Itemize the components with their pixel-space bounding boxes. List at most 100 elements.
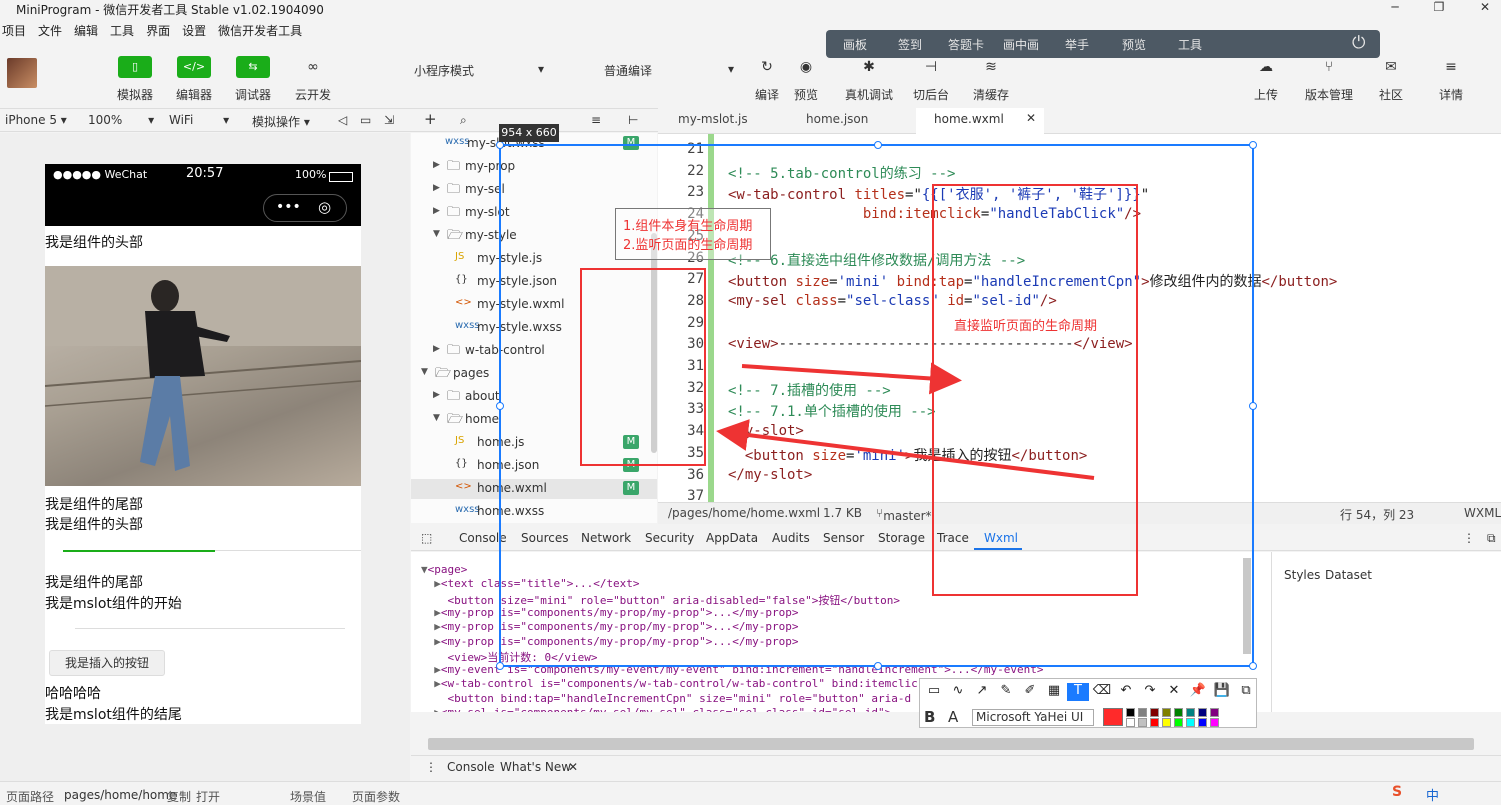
color-swatch[interactable]	[1138, 718, 1147, 727]
dock-icon[interactable]: ⧉	[1487, 531, 1496, 546]
devtab-network[interactable]: Network	[581, 531, 631, 545]
node-toggle-icon[interactable]: ▶	[421, 606, 441, 619]
outline-toggle[interactable]: A	[948, 708, 958, 726]
devtab-storage[interactable]: Storage	[878, 531, 925, 545]
pin-icon[interactable]: 📌	[1187, 683, 1209, 701]
open-path-link[interactable]: 打开	[196, 788, 220, 805]
wxml-node[interactable]: ▼<page>	[421, 563, 467, 576]
float-item-tools[interactable]: 工具	[1178, 36, 1202, 53]
chevron-right-icon[interactable]: ▶	[433, 206, 440, 216]
chevron-down-icon[interactable]: ▼	[433, 413, 440, 423]
wxml-node[interactable]: ▶<my-event is="components/my-event/my-ev…	[421, 663, 1043, 676]
chevron-right-icon[interactable]: ▶	[433, 344, 440, 354]
code-line[interactable]: <my-sel class="sel-class" id="sel-id"/>	[728, 293, 1057, 309]
float-item-preview[interactable]: 预览	[1122, 36, 1146, 53]
code-line[interactable]: <button size='mini'>我是插入的按钮</button>	[728, 445, 1087, 465]
code-line[interactable]: <w-tab-control titles="{{['衣服', '裤子', '鞋…	[728, 184, 1149, 204]
code-line[interactable]: <!-- 6.直接选中组件修改数据/调用方法 -->	[728, 250, 1025, 270]
devtab-wxml[interactable]: Wxml	[984, 531, 1018, 545]
color-swatch[interactable]	[1126, 718, 1135, 727]
git-branch[interactable]: ⑂ master*	[876, 506, 932, 523]
simulator-toggle-button[interactable]: ▯ 模拟器	[110, 56, 160, 103]
float-item-whiteboard[interactable]: 画板	[843, 36, 867, 53]
file-row[interactable]: <> home.wxml M	[411, 479, 657, 499]
version-button[interactable]: ⑂ 版本管理	[1303, 56, 1355, 103]
editor-toggle-button[interactable]: </> 编辑器	[169, 56, 219, 103]
drawer-tab-console[interactable]: Console	[447, 760, 495, 774]
copy-path-link[interactable]: 复制	[167, 788, 191, 805]
split-icon[interactable]: ⊢	[628, 113, 638, 127]
devtab-appdata[interactable]: AppData	[706, 531, 758, 545]
close-drawer-icon[interactable]: ✕	[568, 760, 578, 774]
file-row[interactable]: JS home.js M	[411, 433, 657, 453]
menu-project[interactable]: 项目	[2, 22, 26, 39]
devtab-console[interactable]: Console	[459, 531, 507, 545]
bold-toggle[interactable]: B	[924, 708, 935, 726]
add-icon[interactable]: +	[424, 110, 437, 128]
devtab-trace[interactable]: Trace	[937, 531, 969, 545]
node-toggle-icon[interactable]: ▶	[421, 635, 441, 648]
color-swatch[interactable]	[1174, 708, 1183, 717]
color-swatch[interactable]	[1198, 718, 1207, 727]
pen-icon[interactable]: ✎	[995, 683, 1017, 701]
color-swatch[interactable]	[1126, 708, 1135, 717]
search-icon[interactable]: ⌕	[460, 113, 467, 128]
current-color-swatch[interactable]	[1103, 708, 1123, 726]
file-row[interactable]: {} my-style.json	[411, 272, 657, 292]
folder-row[interactable]: ▼ 🗁 home	[411, 410, 657, 430]
inserted-button[interactable]: 我是插入的按钮	[49, 650, 165, 676]
wxml-node[interactable]: ▶<text class="title">...</text>	[421, 577, 639, 590]
folder-row[interactable]: ▶ 🗀 w-tab-control	[411, 341, 657, 361]
file-row[interactable]: wxss my-style.wxss	[411, 318, 657, 338]
marker-icon[interactable]: ✐	[1019, 683, 1041, 701]
color-swatch[interactable]	[1174, 718, 1183, 727]
node-toggle-icon[interactable]: ▶	[421, 577, 441, 590]
menu-settings[interactable]: 设置	[182, 22, 206, 39]
wxml-scrollbar[interactable]	[1243, 558, 1251, 654]
network-select[interactable]: WiFi ▾	[169, 113, 229, 127]
preview-button[interactable]: ◉ 预览	[781, 56, 831, 103]
eraser-icon[interactable]: ⌫	[1091, 683, 1113, 701]
note-textbox[interactable]: 1.组件本身有生命周期 2.监听页面的生命周期	[615, 208, 771, 260]
minimize-button[interactable]: ─	[1380, 0, 1410, 18]
background-button[interactable]: ⊣ 切后台	[906, 56, 956, 103]
color-swatch[interactable]	[1210, 718, 1219, 727]
debugger-toggle-button[interactable]: ⇆ 调试器	[228, 56, 278, 103]
color-swatch[interactable]	[1186, 718, 1195, 727]
menu-edit[interactable]: 编辑	[74, 22, 98, 39]
tab-home-json[interactable]: home.json	[806, 112, 868, 126]
wxml-node[interactable]: ▶<w-tab-control is="components/w-tab-con…	[421, 677, 924, 690]
wxml-node[interactable]: ▶<my-sel is="components/my-sel/my-sel" c…	[421, 706, 891, 712]
menu-devtools[interactable]: 微信开发者工具	[218, 22, 302, 39]
devtab-security[interactable]: Security	[645, 531, 694, 545]
copy-icon[interactable]: ⧉	[1235, 683, 1257, 701]
detach-icon[interactable]: ⇲	[384, 113, 394, 127]
wxml-node[interactable]: ▶<my-prop is="components/my-prop/my-prop…	[421, 620, 798, 633]
ime-logo-icon[interactable]: S	[1392, 784, 1402, 800]
undo-icon[interactable]: ↶	[1115, 683, 1137, 701]
horizontal-scrollbar[interactable]	[428, 738, 1474, 750]
mode-select[interactable]: 小程序模式 ▾	[414, 62, 550, 79]
code-line[interactable]: <my-slot>	[728, 423, 804, 439]
devtab-sources[interactable]: Sources	[521, 531, 568, 545]
float-item-pip[interactable]: 画中画	[1003, 36, 1039, 53]
wxml-node[interactable]: ▶<my-prop is="components/my-prop/my-prop…	[421, 635, 798, 648]
node-toggle-icon[interactable]: ▶	[421, 620, 441, 633]
close-window-button[interactable]: ✕	[1470, 0, 1500, 18]
tab-my-mslot-js[interactable]: my-mslot.js	[678, 112, 748, 126]
code-line[interactable]: <!-- 7.插槽的使用 -->	[728, 380, 891, 400]
styles-tab[interactable]: Styles	[1284, 568, 1320, 582]
drawer-menu-icon[interactable]: ⋮	[425, 760, 437, 774]
cloud-dev-button[interactable]: ∞ 云开发	[288, 56, 338, 103]
ime-language-label[interactable]: 中	[1426, 785, 1439, 804]
page-params-link[interactable]: 页面参数	[352, 788, 400, 805]
node-toggle-icon[interactable]	[421, 692, 448, 705]
close-mini-icon[interactable]: ◎	[318, 198, 331, 216]
collapse-icon[interactable]: ≡	[591, 113, 601, 127]
menu-tools[interactable]: 工具	[110, 22, 134, 39]
wxml-node[interactable]: <button bind:tap="handleIncrementCpn" si…	[421, 692, 912, 705]
freehand-icon[interactable]: ∿	[947, 683, 969, 701]
font-select[interactable]: Microsoft YaHei UI	[972, 709, 1094, 726]
scene-value-link[interactable]: 场景值	[290, 788, 326, 805]
save-icon[interactable]: 💾	[1211, 683, 1233, 701]
